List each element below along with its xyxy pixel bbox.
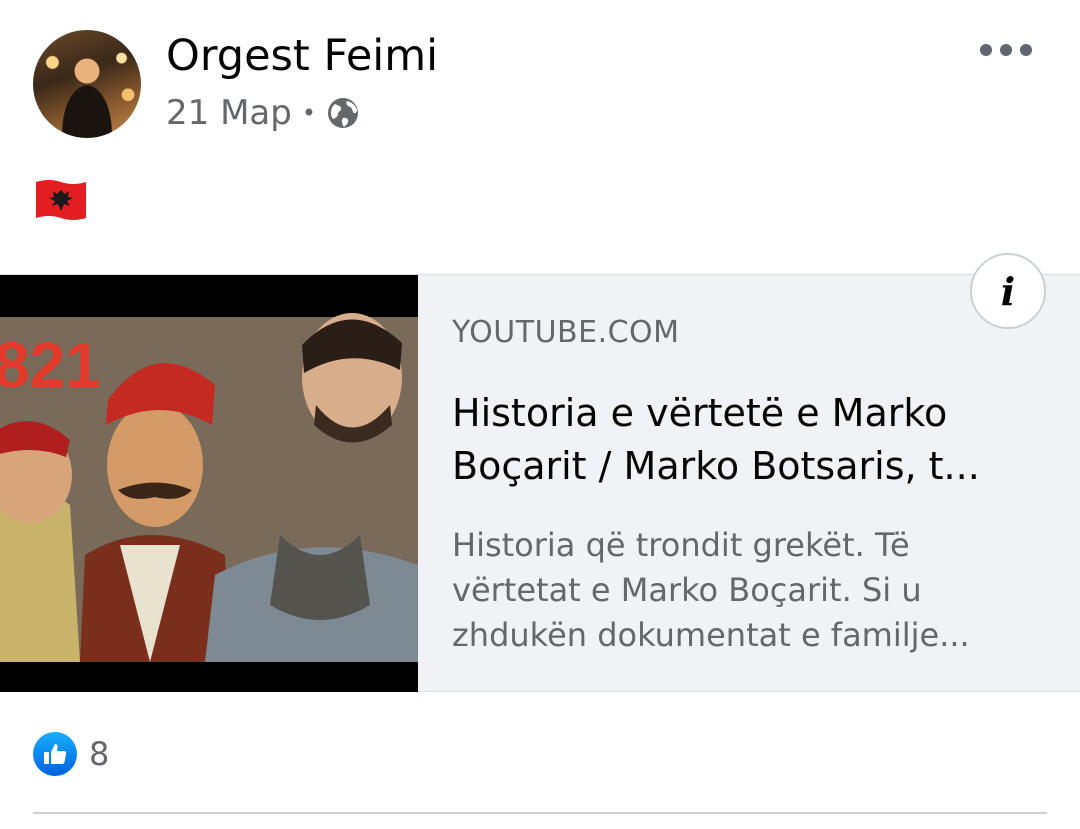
more-options-button[interactable] <box>980 36 1032 64</box>
link-title[interactable]: Historia e vërtetë e Marko Boçarit / Mar… <box>452 387 1048 493</box>
like-icon <box>33 732 77 776</box>
meta-separator: • <box>301 99 316 127</box>
post-divider <box>33 812 1047 814</box>
more-dot <box>1000 44 1012 56</box>
thumbnail-caption: 821 <box>0 329 101 401</box>
post-meta: 21 Мар • <box>166 90 360 136</box>
link-description: Historia që trondit grekët. Të vërtetat … <box>452 526 970 654</box>
reactions-summary[interactable]: 8 <box>33 730 109 778</box>
author-name[interactable]: Orgest Feimi <box>166 30 438 82</box>
more-dot <box>980 44 992 56</box>
info-icon[interactable]: i <box>970 253 1046 329</box>
reaction-count: 8 <box>89 735 110 773</box>
globe-icon <box>326 96 360 130</box>
more-dot <box>1020 44 1032 56</box>
link-preview-card[interactable]: 821 YOUTUBE.COM Historia e vërtetë e Mar… <box>0 274 1080 692</box>
post-date[interactable]: 21 Мар <box>166 93 292 133</box>
author-avatar[interactable] <box>33 30 141 138</box>
albania-flag-emoji <box>33 178 89 224</box>
video-thumbnail[interactable]: 821 <box>0 275 418 692</box>
link-domain: YOUTUBE.COM <box>452 315 680 350</box>
info-icon-glyph: i <box>1000 268 1016 314</box>
